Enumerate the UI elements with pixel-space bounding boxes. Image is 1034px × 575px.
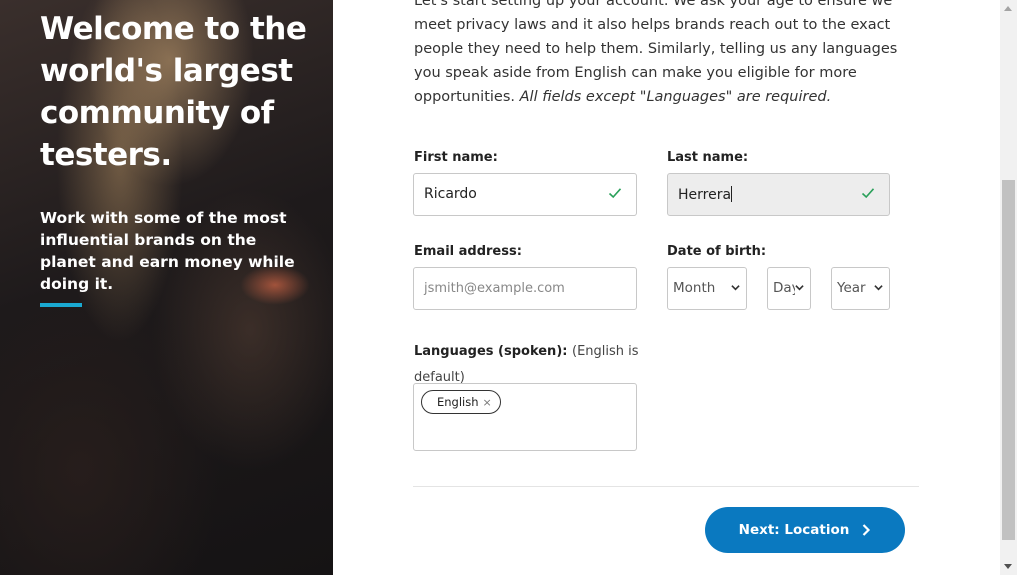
languages-label: Languages (spoken):	[414, 344, 568, 359]
dob-day-value: Day	[773, 280, 795, 296]
scroll-down-arrow[interactable]	[1004, 564, 1012, 569]
languages-input[interactable]: English ×	[413, 383, 637, 451]
first-name-field[interactable]: Ricardo	[413, 173, 637, 216]
dob-month-value: Month	[673, 280, 716, 296]
required-note: All fields except "Languages" are requir…	[519, 89, 832, 105]
scroll-up-arrow[interactable]	[1004, 6, 1012, 11]
chevron-right-icon	[863, 524, 871, 536]
email-placeholder: jsmith@example.com	[424, 281, 565, 296]
dob-label: Date of birth:	[667, 244, 767, 259]
check-icon	[608, 185, 622, 203]
first-name-value: Ricardo	[424, 186, 477, 202]
dob-year-value: Year	[837, 280, 866, 296]
first-name-label: First name:	[414, 150, 498, 165]
last-name-label: Last name:	[667, 150, 749, 165]
check-icon	[861, 185, 875, 203]
window-margin	[1017, 0, 1034, 575]
text-caret	[731, 186, 733, 202]
hero-title: Welcome to the world's largest community…	[40, 11, 307, 173]
tag-remove-icon[interactable]: ×	[483, 396, 492, 409]
hero-accent-bar	[40, 303, 82, 307]
language-tag: English ×	[421, 390, 501, 414]
chevron-down-icon	[731, 285, 740, 291]
scroll-thumb[interactable]	[1002, 180, 1015, 540]
intro-paragraph: Let's start setting up your account. We …	[414, 0, 914, 109]
last-name-text: Herrera	[678, 187, 732, 203]
dob-year-select[interactable]: Year	[831, 267, 890, 310]
dob-day-select[interactable]: Day	[767, 267, 811, 310]
last-name-field[interactable]: Herrera	[667, 173, 890, 216]
chevron-down-icon	[795, 285, 804, 291]
form-divider	[413, 486, 919, 487]
last-name-value: Herrera	[678, 186, 733, 203]
next-button-label: Next: Location	[738, 522, 850, 538]
page-scrollbar[interactable]	[1000, 0, 1017, 575]
email-field[interactable]: jsmith@example.com	[413, 267, 637, 310]
hero-subtitle: Work with some of the most influential b…	[40, 209, 295, 293]
hero-panel: Welcome to the world's largest community…	[0, 0, 333, 575]
dob-month-select[interactable]: Month	[667, 267, 747, 310]
email-label: Email address:	[414, 244, 522, 259]
chevron-down-icon	[874, 285, 883, 291]
next-location-button[interactable]: Next: Location	[705, 507, 905, 553]
language-tag-label: English	[437, 395, 479, 409]
